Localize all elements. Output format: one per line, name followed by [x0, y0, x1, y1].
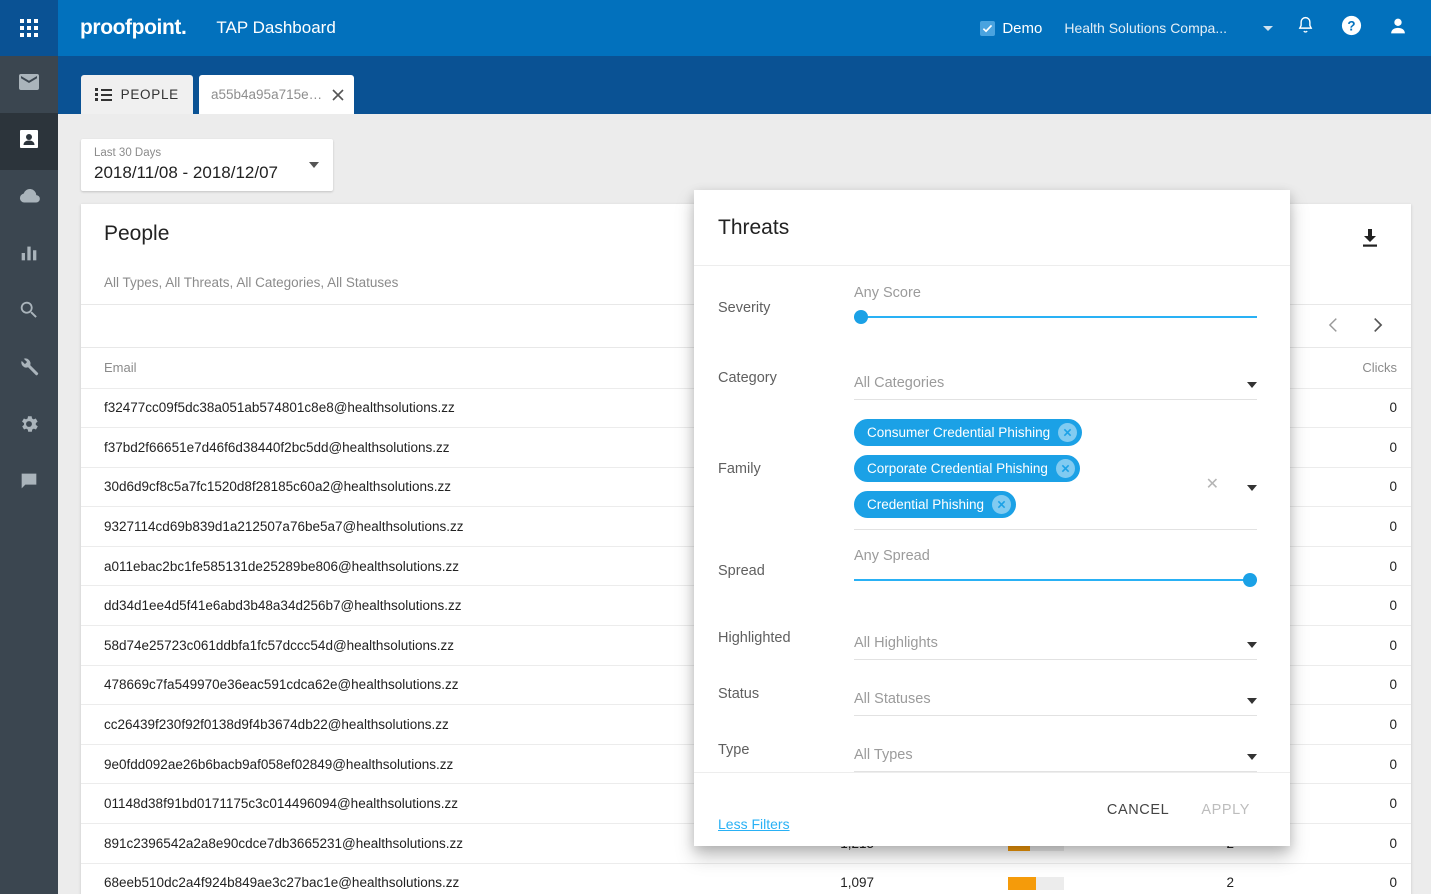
category-value: All Categories — [854, 375, 945, 391]
dialog-title: Threats — [718, 215, 790, 239]
type-value: All Types — [854, 747, 913, 763]
spread-slider-knob[interactable] — [1243, 572, 1257, 587]
family-chip-label: Consumer Credential Phishing — [867, 425, 1051, 440]
type-select[interactable]: All Types — [854, 728, 1257, 772]
family-chip: Credential Phishing — [854, 491, 1017, 518]
status-value: All Statuses — [854, 691, 931, 707]
spread-slider[interactable] — [854, 568, 1257, 594]
spread-label: Spread — [718, 562, 765, 579]
remove-chip-icon[interactable] — [1055, 459, 1075, 478]
family-chip-label: Corporate Credential Phishing — [867, 461, 1048, 476]
family-chip-label: Credential Phishing — [867, 497, 985, 512]
dialog-footer: CANCEL APPLY — [694, 772, 1290, 846]
family-label: Family — [718, 460, 761, 477]
chevron-down-icon[interactable] — [1247, 642, 1257, 648]
status-select[interactable]: All Statuses — [854, 672, 1257, 716]
apply-button[interactable]: APPLY — [1185, 792, 1266, 828]
chevron-down-icon[interactable] — [1247, 485, 1257, 491]
field-status: Status All Statuses — [718, 666, 1257, 722]
type-label: Type — [718, 742, 750, 758]
threats-filter-dialog: Threats Severity Any Score Category All … — [694, 190, 1290, 846]
dialog-header: Threats — [694, 190, 1290, 266]
severity-slider-track — [854, 316, 1257, 318]
spread-placeholder: Any Spread — [854, 547, 930, 564]
severity-placeholder: Any Score — [854, 285, 921, 301]
tap-dashboard-page: proofpoint. TAP Dashboard Demo Health So… — [0, 0, 1431, 894]
severity-slider[interactable] — [854, 305, 1257, 331]
field-spread: Spread Any Spread — [718, 531, 1257, 610]
highlighted-select[interactable]: All Highlights — [854, 616, 1257, 660]
highlighted-label: Highlighted — [718, 630, 791, 646]
remove-chip-icon[interactable] — [1058, 423, 1078, 442]
severity-label: Severity — [718, 300, 771, 316]
spread-slider-track — [854, 578, 1257, 581]
status-label: Status — [718, 686, 760, 702]
chevron-down-icon[interactable] — [1247, 754, 1257, 760]
family-chip-list: Consumer Credential Phishing Corporate Cr… — [854, 419, 1257, 530]
cancel-button[interactable]: CANCEL — [1091, 792, 1185, 828]
dialog-body: Severity Any Score Category All Categori… — [694, 266, 1290, 772]
severity-slider-knob[interactable] — [854, 310, 868, 324]
remove-chip-icon[interactable] — [992, 495, 1012, 514]
chevron-down-icon[interactable] — [1247, 698, 1257, 704]
field-highlighted: Highlighted All Highlights — [718, 610, 1257, 666]
family-chip: Consumer Credential Phishing — [854, 419, 1083, 446]
category-label: Category — [718, 370, 777, 386]
field-category: Category All Categories — [718, 350, 1257, 406]
field-severity: Severity Any Score — [718, 266, 1257, 350]
family-chip: Corporate Credential Phishing — [854, 455, 1080, 482]
field-family: Family Consumer Credential Phishing Corpo… — [718, 406, 1257, 531]
clear-family-icon[interactable]: ✕ — [1206, 474, 1219, 494]
highlighted-value: All Highlights — [854, 635, 938, 651]
chevron-down-icon[interactable] — [1247, 382, 1257, 388]
field-type: Type All Types — [718, 722, 1257, 778]
category-select[interactable]: All Categories — [854, 356, 1257, 400]
